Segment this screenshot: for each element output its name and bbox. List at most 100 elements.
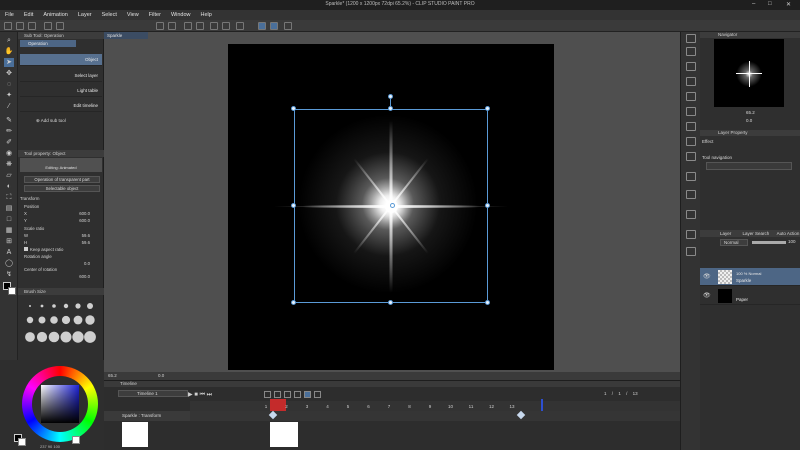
material-icon[interactable] (686, 62, 696, 71)
move-layer-icon[interactable]: ✥ (4, 69, 14, 78)
tab-layer-search[interactable]: Layer Search (743, 231, 770, 236)
enable-keyframes-icon[interactable] (304, 391, 311, 398)
layer-row[interactable]: 👁 100 % Normal Sparkle (700, 268, 800, 286)
new-animation-folder-icon[interactable] (264, 391, 271, 398)
menu-window[interactable]: Window (166, 12, 196, 18)
blend-icon[interactable]: ◐ (4, 182, 14, 191)
play-icon[interactable]: ▶ (188, 392, 193, 398)
snap-to-ruler-icon[interactable] (258, 22, 266, 30)
zoom-icon[interactable]: ⌕ (4, 36, 14, 45)
stop-icon[interactable]: ■ (194, 392, 198, 398)
subtool-edit-timeline[interactable]: Edit timeline (20, 100, 102, 112)
menu-filter[interactable]: Filter (144, 12, 166, 18)
blend-mode-dropdown[interactable]: Normal (720, 239, 748, 246)
close-icon[interactable]: ✕ (786, 1, 791, 8)
onion-skin-icon[interactable] (294, 391, 301, 398)
zoom-value[interactable]: 65.2 (108, 373, 117, 378)
eyedropper-icon[interactable]: ⁄ (4, 102, 14, 111)
frame-border-icon[interactable]: ▦ (4, 226, 14, 235)
menu-select[interactable]: Select (97, 12, 122, 18)
material-icon[interactable] (686, 210, 696, 219)
end-frame-marker[interactable] (541, 399, 543, 411)
w-row[interactable]: W 59.6 (24, 232, 104, 239)
navigator-zoom[interactable]: 65.2 (746, 110, 755, 115)
center-value-row[interactable]: 600.0 (24, 273, 104, 280)
sub-color-swatch[interactable] (18, 438, 26, 446)
layer-row[interactable]: 👁 Paper (700, 287, 800, 305)
visibility-eye-icon[interactable]: 👁 (703, 273, 711, 280)
center-value[interactable]: 600.0 (79, 273, 90, 280)
menu-file[interactable]: File (0, 12, 19, 18)
x-row[interactable]: X 600.0 (24, 210, 104, 217)
tab-layer[interactable]: Layer (720, 231, 731, 236)
layer-name[interactable]: Sparkle (736, 278, 751, 283)
invert-selection-icon[interactable] (222, 22, 230, 30)
menu-view[interactable]: View (122, 12, 144, 18)
navigator-angle[interactable]: 0.0 (746, 118, 752, 123)
clear-icon[interactable] (184, 22, 192, 30)
tab-auto-action[interactable]: Auto Action (777, 231, 800, 236)
show-selection-icon[interactable] (236, 22, 244, 30)
assign-cel-icon[interactable] (284, 391, 291, 398)
subtool-object[interactable]: Object (20, 54, 102, 66)
search-icon[interactable] (686, 34, 696, 43)
material-icon[interactable] (686, 92, 696, 101)
pen-icon[interactable]: ✎ (4, 116, 14, 125)
navigator-preview[interactable] (714, 39, 784, 107)
transparent-operation-dropdown[interactable]: Operation of transparent part (24, 176, 100, 183)
w-value[interactable]: 59.6 (82, 232, 90, 239)
decoration-icon[interactable]: ❋ (4, 160, 14, 169)
layer-name[interactable]: Paper (736, 297, 748, 302)
canvas-tab[interactable]: Sparkle (104, 32, 148, 39)
snap-to-grid-icon[interactable] (284, 22, 292, 30)
keep-aspect-checkbox[interactable] (24, 247, 28, 251)
handle-bottom[interactable] (388, 300, 393, 305)
track-name[interactable]: Sparkle : Transform (104, 411, 190, 421)
opacity-slider[interactable] (752, 241, 786, 244)
next-frame-icon[interactable]: ⏭ (207, 392, 212, 398)
frame-end[interactable]: 13 (633, 391, 638, 396)
keep-aspect-row[interactable]: Keep aspect ratio (24, 246, 104, 253)
rotation-center[interactable] (390, 203, 395, 208)
x-value[interactable]: 600.0 (79, 210, 90, 217)
material-icon[interactable] (686, 47, 696, 56)
material-icon[interactable] (686, 230, 696, 239)
cel-thumbnail[interactable] (270, 422, 298, 447)
subtool-select-layer[interactable]: Select layer (20, 70, 102, 82)
handle-top-left[interactable] (291, 106, 296, 111)
handle-top[interactable] (388, 106, 393, 111)
h-value[interactable]: 59.6 (82, 239, 90, 246)
deselect-icon[interactable] (210, 22, 218, 30)
operation-icon[interactable]: ➤ (4, 58, 14, 67)
color-saturation-square[interactable] (41, 385, 79, 423)
track-row[interactable] (190, 411, 680, 421)
figure-icon[interactable]: □ (4, 215, 14, 224)
opacity-value[interactable]: 100 (788, 239, 796, 244)
frame-start[interactable]: 1 (618, 391, 621, 396)
new-cel-icon[interactable] (274, 391, 281, 398)
redo-icon[interactable] (56, 22, 64, 30)
minimize-icon[interactable]: – (752, 1, 755, 7)
menu-edit[interactable]: Edit (19, 12, 38, 18)
airbrush-icon[interactable]: ◉ (4, 149, 14, 158)
snap-to-special-ruler-icon[interactable] (270, 22, 278, 30)
undo-icon[interactable] (44, 22, 52, 30)
angle-value[interactable]: 0.0 (158, 373, 164, 378)
ruler-icon[interactable]: ⊞ (4, 237, 14, 246)
editing-tab[interactable]: Editing: Animated (20, 158, 102, 172)
text-icon[interactable]: A (4, 248, 14, 257)
rotation-handle[interactable] (388, 94, 393, 99)
y-value[interactable]: 600.0 (79, 217, 90, 224)
material-icon[interactable] (686, 172, 696, 181)
frame-current[interactable]: 1 (604, 391, 607, 396)
handle-top-right[interactable] (485, 106, 490, 111)
selectable-object-dropdown[interactable]: Selectable object (24, 185, 100, 192)
maximize-icon[interactable]: □ (768, 1, 772, 7)
handle-bottom-right[interactable] (485, 300, 490, 305)
menu-layer[interactable]: Layer (73, 12, 97, 18)
handle-left[interactable] (291, 203, 296, 208)
add-sub-tool-button[interactable]: ⊕ Add sub tool (36, 118, 96, 124)
material-icon[interactable] (686, 107, 696, 116)
menu-animation[interactable]: Animation (38, 12, 72, 18)
undo-icon[interactable] (156, 22, 164, 30)
